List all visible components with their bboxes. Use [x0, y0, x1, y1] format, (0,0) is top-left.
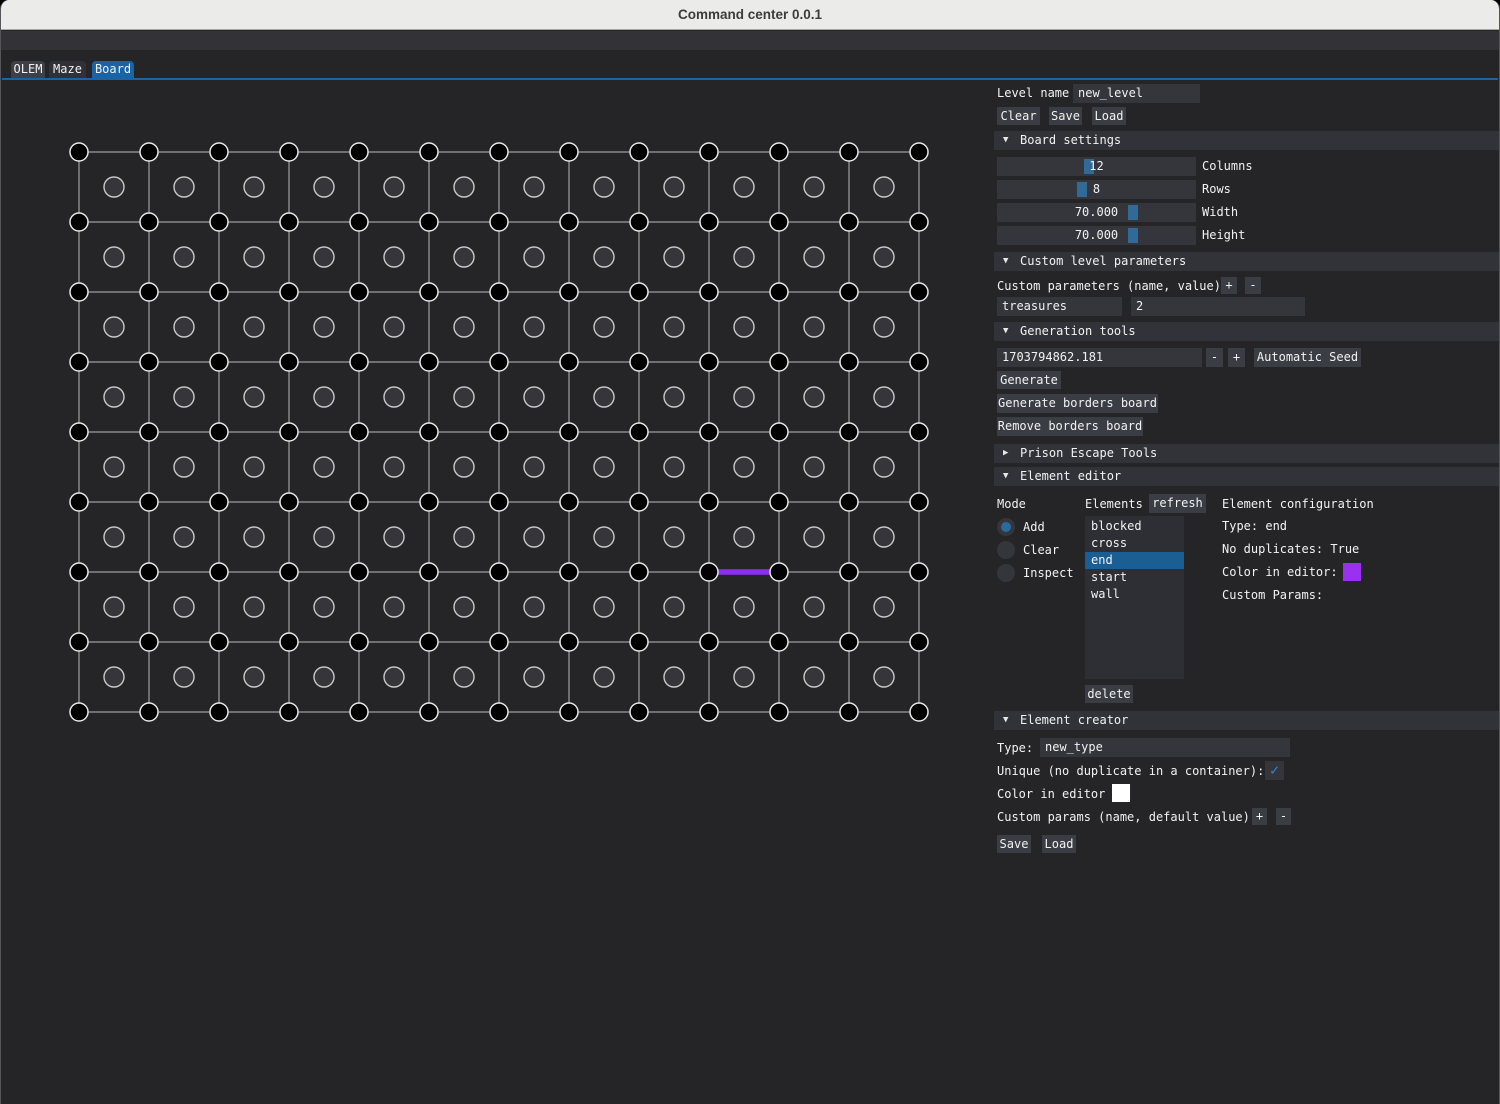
mode-inspect-label: Inspect — [1023, 564, 1074, 583]
collapse-down-icon: ▼ — [1003, 467, 1008, 486]
seed-minus-button[interactable]: - — [1206, 348, 1223, 367]
config-no-duplicates-text: No duplicates: True — [1222, 540, 1359, 559]
seed-input[interactable]: 1703794862.181 — [997, 348, 1202, 367]
creator-type-input[interactable]: new_type — [1040, 738, 1290, 757]
element-editor-header-label: Element editor — [1020, 467, 1121, 486]
tab-maze[interactable]: Maze — [49, 61, 86, 78]
width-slider[interactable]: 70.000 — [997, 203, 1196, 222]
element-item-cross[interactable]: cross — [1085, 535, 1184, 552]
creator-color-swatch[interactable] — [1112, 784, 1130, 802]
custom-level-params-header[interactable]: ▼ Custom level parameters — [994, 252, 1500, 271]
level-name-label: Level name — [997, 84, 1069, 103]
mode-clear-radio[interactable] — [997, 541, 1015, 559]
param-value-input[interactable]: 2 — [1131, 297, 1305, 316]
creator-type-label: Type: — [997, 739, 1033, 758]
element-item-wall[interactable]: wall — [1085, 586, 1184, 603]
element-item-end[interactable]: end — [1085, 552, 1184, 569]
element-item-start[interactable]: start — [1085, 569, 1184, 586]
board-canvas[interactable] — [1, 0, 961, 740]
refresh-button[interactable]: refresh — [1149, 494, 1206, 513]
remove-borders-button[interactable]: Remove borders board — [997, 417, 1143, 436]
collapse-down-icon: ▼ — [1003, 252, 1008, 271]
creator-params-label: Custom params (name, default value) — [997, 808, 1250, 827]
mode-label: Mode — [997, 495, 1026, 514]
element-creator-header[interactable]: ▼ Element creator — [994, 711, 1500, 730]
top-strip — [1, 31, 1499, 50]
level-name-input[interactable]: new_level — [1073, 84, 1200, 103]
creator-unique-checkbox[interactable]: ✓ — [1265, 761, 1284, 780]
columns-label: Columns — [1202, 157, 1253, 176]
collapse-down-icon: ▼ — [1003, 322, 1008, 341]
tab-underline — [2, 78, 1498, 80]
prison-escape-tools-header[interactable]: ▶ Prison Escape Tools — [994, 444, 1500, 463]
level-save-button[interactable]: Save — [1049, 107, 1082, 125]
rows-value: 8 — [997, 180, 1196, 199]
config-color-label: Color in editor: — [1222, 563, 1338, 582]
remove-param-button[interactable]: - — [1245, 277, 1261, 294]
mode-inspect-radio[interactable] — [997, 564, 1015, 582]
window-titlebar[interactable]: Command center 0.0.1 — [1, 0, 1499, 30]
width-label: Width — [1202, 203, 1238, 222]
collapse-right-icon: ▶ — [1003, 444, 1008, 463]
tab-olem[interactable]: OLEM — [11, 61, 45, 78]
creator-save-button[interactable]: Save — [997, 835, 1031, 853]
collapse-down-icon: ▼ — [1003, 711, 1008, 730]
generation-tools-header-label: Generation tools — [1020, 322, 1136, 341]
param-name-input[interactable]: treasures — [997, 297, 1122, 316]
collapse-down-icon: ▼ — [1003, 131, 1008, 150]
delete-element-button[interactable]: delete — [1085, 685, 1133, 703]
width-value: 70.000 — [997, 203, 1196, 222]
creator-remove-param-button[interactable]: - — [1276, 808, 1291, 825]
element-creator-header-label: Element creator — [1020, 711, 1128, 730]
config-custom-params-label: Custom Params: — [1222, 586, 1323, 605]
creator-unique-label: Unique (no duplicate in a container): — [997, 762, 1264, 781]
creator-load-button[interactable]: Load — [1042, 835, 1076, 853]
columns-slider[interactable]: 12 — [997, 157, 1196, 176]
config-color-swatch[interactable] — [1343, 563, 1361, 581]
creator-color-label: Color in editor — [997, 785, 1105, 804]
height-label: Height — [1202, 226, 1245, 245]
custom-params-row-label: Custom parameters (name, value) — [997, 277, 1221, 296]
rows-label: Rows — [1202, 180, 1231, 199]
level-clear-button[interactable]: Clear — [997, 107, 1040, 125]
tab-board[interactable]: Board — [92, 61, 134, 78]
columns-value: 12 — [997, 157, 1196, 176]
mode-add-label: Add — [1023, 518, 1045, 537]
creator-add-param-button[interactable]: + — [1252, 808, 1267, 825]
generate-button[interactable]: Generate — [997, 371, 1061, 389]
seed-plus-button[interactable]: + — [1228, 348, 1245, 367]
generate-borders-button[interactable]: Generate borders board — [997, 394, 1158, 413]
height-value: 70.000 — [997, 226, 1196, 245]
height-slider[interactable]: 70.000 — [997, 226, 1196, 245]
board-settings-header[interactable]: ▼ Board settings — [994, 131, 1500, 150]
rows-slider[interactable]: 8 — [997, 180, 1196, 199]
level-load-button[interactable]: Load — [1092, 107, 1126, 125]
prison-escape-tools-header-label: Prison Escape Tools — [1020, 444, 1157, 463]
config-type-text: Type: end — [1222, 517, 1287, 536]
element-item-blocked[interactable]: blocked — [1085, 518, 1184, 535]
mode-add-radio[interactable] — [997, 518, 1015, 536]
elements-listbox[interactable]: blocked cross end start wall — [1085, 516, 1184, 679]
automatic-seed-button[interactable]: Automatic Seed — [1254, 348, 1361, 367]
window-title: Command center 0.0.1 — [678, 7, 822, 22]
custom-level-params-header-label: Custom level parameters — [1020, 252, 1186, 271]
elements-label: Elements — [1085, 495, 1143, 514]
mode-clear-label: Clear — [1023, 541, 1059, 560]
board-settings-header-label: Board settings — [1020, 131, 1121, 150]
app-window: Command center 0.0.1 OLEM Maze Board Lev… — [0, 0, 1500, 1104]
add-param-button[interactable]: + — [1221, 277, 1237, 294]
element-editor-header[interactable]: ▼ Element editor — [994, 467, 1500, 486]
element-configuration-label: Element configuration — [1222, 495, 1374, 514]
generation-tools-header[interactable]: ▼ Generation tools — [994, 322, 1500, 341]
